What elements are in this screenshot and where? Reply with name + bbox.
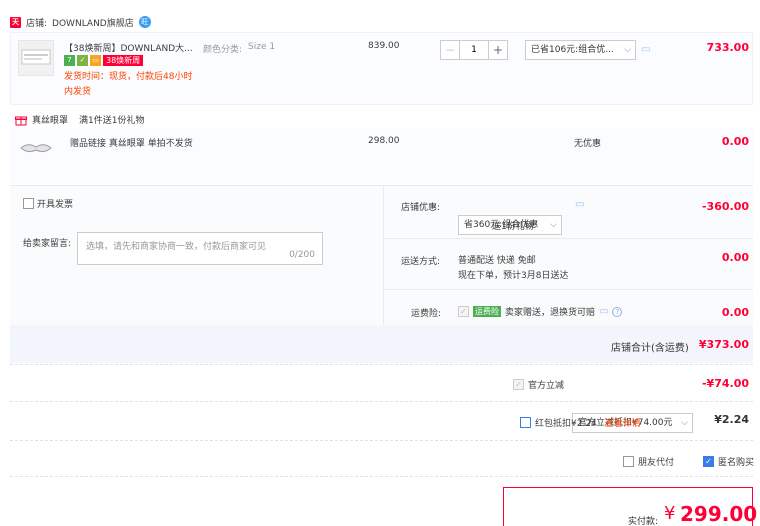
chevron-down-icon: ⌵ (550, 220, 557, 230)
redpacket-label: 红包抵扣¥2.24 (535, 419, 597, 429)
delivery-label: 运送方式: (401, 257, 441, 267)
friend-pay-option[interactable]: 朋友代付 (623, 455, 674, 468)
panel-divider (383, 185, 384, 325)
memo-placeholder: 选填，请先和商家协商一致，付款后商家可见 (86, 242, 267, 252)
qty-minus-button[interactable]: − (440, 40, 460, 60)
anonymous-checkbox[interactable]: ✓ (703, 456, 714, 467)
shop-header: 天猫 店铺: DOWNLAND旗舰店 旺 (10, 14, 151, 37)
friend-pay-label: 朋友代付 (638, 458, 675, 468)
chevron-down-icon: ⌵ (681, 418, 688, 428)
friend-pay-checkbox[interactable] (623, 456, 634, 467)
shop-promo-label: 店铺优惠: (401, 203, 441, 213)
insurance-option: ✓ 运费险 卖家赠送，退换货可赔 ▭ ? (458, 305, 623, 318)
pay-amount: 299.00 (680, 502, 758, 526)
ship-time-note: 发货时间：现货，付款后48小时 (64, 72, 193, 82)
gift-icon (15, 116, 27, 125)
anonymous-label: 匿名购买 (718, 458, 755, 468)
redpacket-amount: ¥2.24 (714, 413, 749, 426)
pay-summary-box: 实付款: ¥ 299.00 (503, 487, 757, 526)
wangwang-chat-icon[interactable]: 旺 (138, 16, 151, 28)
card-icon[interactable]: ▭ (90, 55, 101, 66)
anonymous-option[interactable]: ✓ 匿名购买 (703, 455, 754, 468)
memo-label: 给卖家留言: (23, 239, 72, 249)
invoice-checkbox[interactable] (23, 198, 34, 209)
sku-label: 颜色分类: (203, 45, 243, 55)
memo-field[interactable]: 选填，请先和商家协商一致，付款后商家可见 0/200 (77, 232, 323, 265)
seven-day-return-icon[interactable]: 7 (64, 55, 75, 66)
redpacket-details-link[interactable]: 查看详情 (605, 416, 641, 429)
invoice-option[interactable]: 开具发票 (23, 197, 73, 210)
comment-icon[interactable]: ▭ (599, 306, 608, 317)
gift-header-title: 真丝眼罩 (32, 116, 69, 126)
item-badges: 7 ✓ ▭ 38焕新周 (64, 55, 144, 66)
item-promo-select[interactable]: 已省106元:组合优... ⌵ (525, 40, 636, 60)
gift-header-note: 满1件送1份礼物 (79, 116, 145, 126)
item-title-link[interactable]: 【38焕新周】DOWNLAND大... (64, 41, 199, 54)
pay-label: 实付款: (628, 517, 659, 526)
item-unit-price: 839.00 (368, 41, 400, 51)
delivery-line1: 普通配送 快递 免邮 (458, 256, 536, 266)
sku-value: Size 1 (248, 42, 276, 52)
product-image-icon (21, 49, 51, 65)
item-subtotal: 733.00 (706, 41, 749, 54)
gift-header: 真丝眼罩 满1件送1份礼物 (15, 113, 144, 126)
shop-total-amount: ¥373.00 (698, 338, 749, 351)
promo-tag: 38焕新周 (103, 55, 144, 66)
shop-promo-sub: 送1份礼物 (492, 222, 534, 232)
invoice-label: 开具发票 (37, 200, 74, 210)
official-checkbox: ✓ (513, 379, 524, 390)
qty-input[interactable] (460, 40, 488, 60)
divider (384, 289, 753, 290)
pay-currency: ¥ (664, 503, 676, 524)
official-option: ✓ 官方立减 (513, 378, 564, 391)
help-icon[interactable]: ? (612, 306, 623, 317)
comment-icon[interactable]: ▭ (575, 199, 584, 210)
insurance-label: 运费险: (411, 309, 442, 319)
official-label: 官方立减 (528, 381, 565, 391)
delivery-line2: 现在下单，预计3月8日送达 (458, 271, 569, 281)
chevron-down-icon: ⌵ (624, 45, 631, 55)
comment-icon[interactable]: ▭ (641, 44, 650, 55)
item-promo-value: 已省106元:组合优... (531, 45, 614, 55)
divider (384, 238, 753, 239)
quantity-stepper: − + (440, 40, 508, 60)
shop-label: 店铺: (26, 18, 48, 29)
gift-title[interactable]: 赠品链接 真丝眼罩 单拍不发货 (70, 136, 193, 149)
memo-counter: 0/200 (289, 250, 315, 260)
ship-time-note-cont: 内发货 (64, 87, 92, 97)
delivery-amount: 0.00 (721, 251, 749, 264)
insurance-amount: 0.00 (721, 306, 749, 319)
gift-unit-price: 298.00 (368, 136, 400, 146)
gift-promo: 无优惠 (574, 139, 602, 149)
guarantee-icon[interactable]: ✓ (77, 55, 88, 66)
official-amount: -¥74.00 (701, 377, 749, 390)
gift-subtotal: 0.00 (721, 135, 749, 148)
insurance-tag: 运费险 (473, 306, 501, 317)
shop-name-link[interactable]: DOWNLAND旗舰店 (52, 16, 134, 29)
shop-promo-amount: -360.00 (701, 200, 749, 213)
insurance-text: 卖家赠送，退换货可赔 (505, 308, 596, 318)
tmall-icon: 天猫 (10, 16, 21, 37)
redpacket-checkbox[interactable] (520, 417, 531, 428)
insurance-checkbox: ✓ (458, 306, 469, 317)
redpacket-option[interactable]: 红包抵扣¥2.24 查看详情 (520, 416, 641, 429)
qty-plus-button[interactable]: + (488, 40, 508, 60)
eye-mask-icon (20, 144, 52, 153)
gift-thumbnail[interactable] (18, 134, 54, 164)
shop-total-label: 店铺合计(含运费) (611, 343, 689, 354)
item-thumbnail[interactable] (18, 40, 54, 76)
